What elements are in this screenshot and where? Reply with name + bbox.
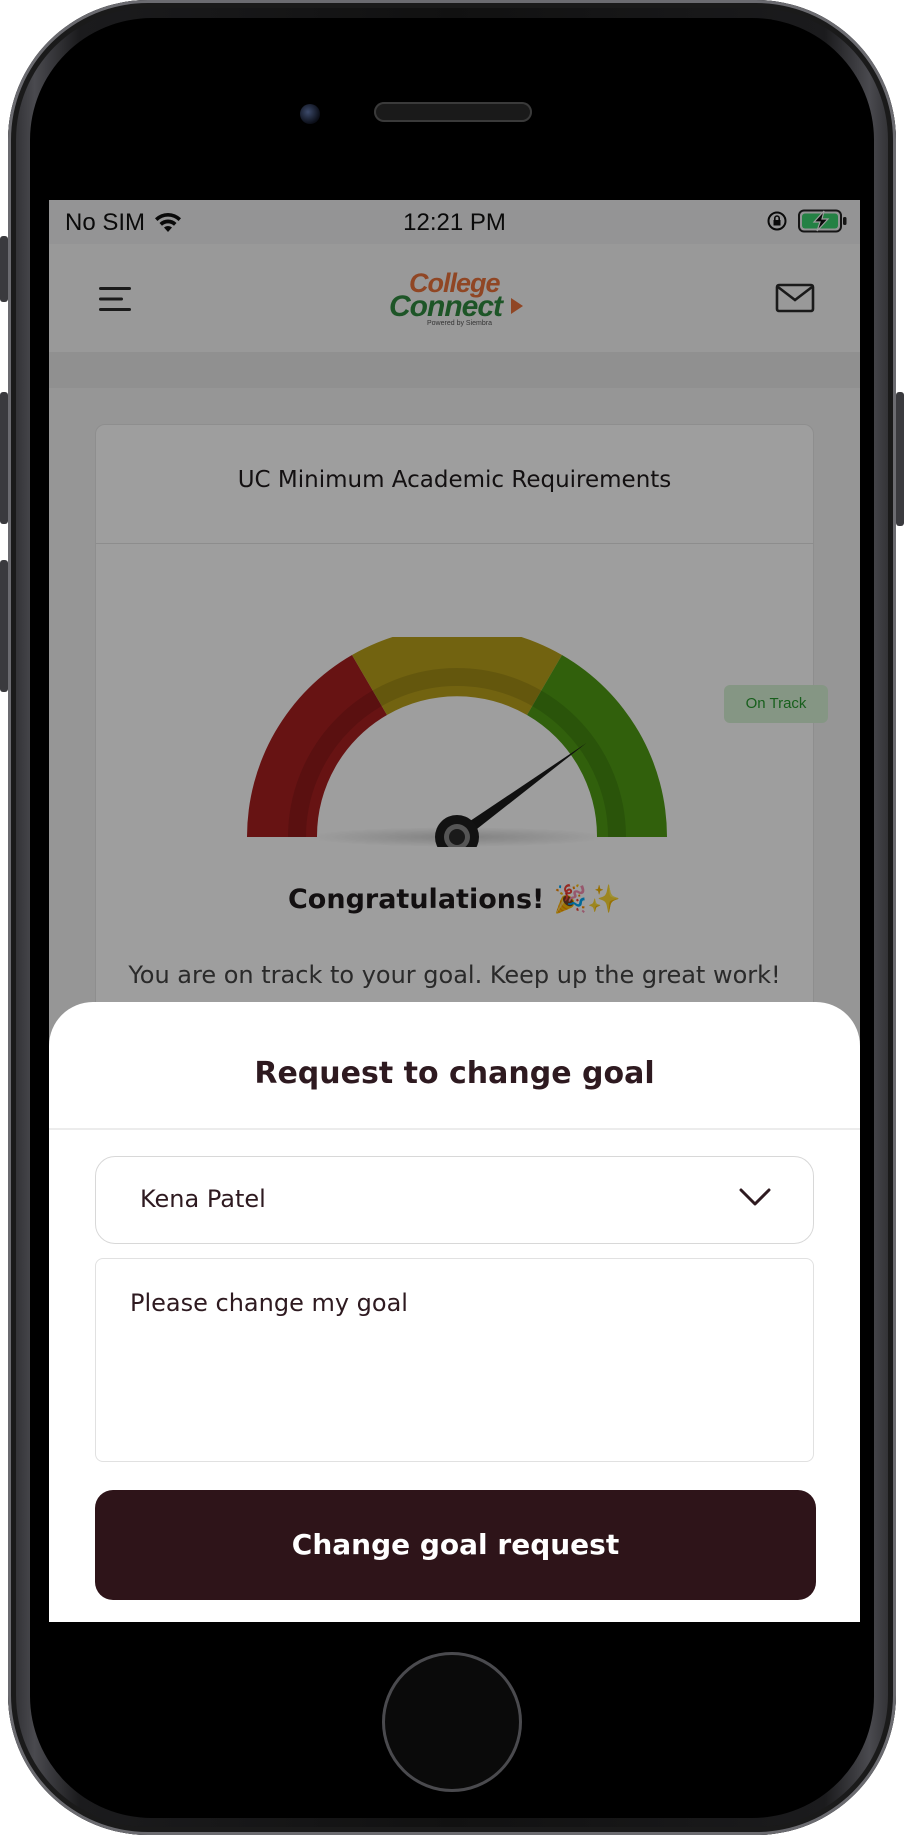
power-button bbox=[896, 392, 904, 526]
recipient-select-value: Kena Patel bbox=[140, 1185, 266, 1213]
volume-down-button bbox=[0, 560, 8, 692]
goal-request-text: Please change my goal bbox=[130, 1289, 408, 1317]
goal-request-textarea[interactable]: Please change my goal bbox=[95, 1258, 814, 1462]
silent-switch bbox=[0, 236, 8, 302]
volume-up-button bbox=[0, 392, 8, 524]
earpiece-speaker bbox=[374, 102, 532, 122]
change-goal-request-button[interactable]: Change goal request bbox=[95, 1490, 816, 1600]
screen: No SIM 12:21 PM College Connect Powered … bbox=[49, 200, 860, 1622]
chevron-down-icon[interactable] bbox=[738, 1185, 772, 1209]
sheet-title: Request to change goal bbox=[254, 1056, 655, 1091]
sheet-divider bbox=[49, 1128, 860, 1130]
change-goal-sheet: Request to change goal Kena Patel Please… bbox=[49, 1002, 860, 1622]
home-button[interactable] bbox=[382, 1652, 522, 1792]
recipient-select[interactable]: Kena Patel bbox=[95, 1156, 814, 1244]
front-camera bbox=[300, 104, 320, 124]
